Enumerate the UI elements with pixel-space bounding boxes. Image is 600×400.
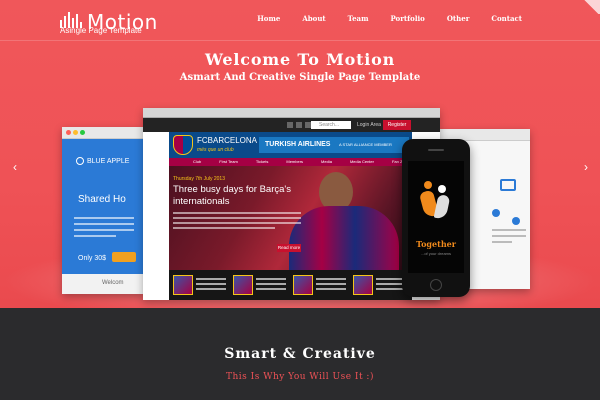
mail-icon xyxy=(500,179,516,191)
club-tagline: més que un club xyxy=(197,147,234,153)
alliance-text: A STAR ALLIANCE MEMBER xyxy=(339,142,392,147)
network-node-icon xyxy=(512,217,520,225)
register-button: Register xyxy=(383,120,411,130)
blue-apple-logo: BLUE APPLE xyxy=(76,157,129,165)
club-nav-item: Media xyxy=(321,159,332,164)
phone-screen: Together ...of your dreams xyxy=(408,161,464,273)
left-text-lines xyxy=(74,217,134,241)
site-toolbar: Search... Login Area Register xyxy=(143,118,440,132)
logo-subtitle: Asingle Page Template xyxy=(60,26,142,35)
club-nav-item: Members xyxy=(286,159,304,164)
phone-home-button xyxy=(430,279,442,291)
section-title: Smart & Creative xyxy=(224,346,376,362)
phone-speaker xyxy=(428,149,444,151)
close-dot-icon xyxy=(66,130,71,135)
phone-mockup: Together ...of your dreams xyxy=(402,139,470,297)
club-name: FCBARCELONA xyxy=(197,136,258,145)
club-nav-item: First Team xyxy=(219,159,238,164)
together-logo-icon xyxy=(418,181,451,221)
section-subtitle: This Is Why You Will Use It :) xyxy=(226,372,374,382)
sponsor-banner: TURKISH AIRLINES A STAR ALLIANCE MEMBER xyxy=(259,137,409,153)
hero-section: Motion Asingle Page Template Home About … xyxy=(0,0,600,308)
hero-title: Welcome To Motion xyxy=(204,50,396,69)
nav-contact[interactable]: Contact xyxy=(491,14,522,23)
apple-icon xyxy=(76,157,84,165)
minimize-dot-icon xyxy=(73,130,78,135)
club-header: FCBARCELONA més que un club TURKISH AIRL… xyxy=(169,132,412,158)
left-mockup-footer: Welcom xyxy=(62,274,144,294)
browser-bar xyxy=(62,127,144,139)
features-section: Smart & Creative This Is Why You Will Us… xyxy=(0,308,600,400)
nav-portfolio[interactable]: Portfolio xyxy=(390,14,424,23)
player-jersey-image xyxy=(289,206,399,270)
blue-apple-text: BLUE APPLE xyxy=(87,157,130,165)
price-button xyxy=(112,252,136,262)
main-nav: Home About Team Portfolio Other Contact xyxy=(257,14,522,23)
article-title: Three busy days for Barça's internationa… xyxy=(173,184,291,207)
corner-flag-icon[interactable] xyxy=(582,0,600,14)
browser-bar xyxy=(143,108,440,118)
article-hero-image: Thursday 7th July 2013 Three busy days f… xyxy=(169,166,412,270)
social-icons xyxy=(287,122,311,128)
read-more-button: Read more xyxy=(277,244,301,252)
slider-prev-arrow-icon[interactable]: ‹ xyxy=(13,160,17,174)
app-tagline: ...of your dreams xyxy=(420,251,451,256)
article-date: Thursday 7th July 2013 xyxy=(173,176,225,182)
nav-about[interactable]: About xyxy=(302,14,325,23)
network-node-icon xyxy=(492,209,500,217)
club-nav: Club First Team Tickets Members Media Me… xyxy=(169,158,412,166)
club-nav-item: Tickets xyxy=(255,159,269,164)
nav-team[interactable]: Team xyxy=(348,14,369,23)
search-box: Search... xyxy=(311,121,351,129)
main-browser-mockup: Search... Login Area Register FCBARCELON… xyxy=(143,108,440,300)
news-thumbnail xyxy=(293,275,347,297)
nav-other[interactable]: Other xyxy=(447,14,470,23)
shared-hosting-text: Shared Ho xyxy=(78,194,126,205)
article-text-lines xyxy=(173,212,301,232)
club-nav-item: Media Center xyxy=(349,159,374,164)
header-divider xyxy=(0,40,600,41)
news-thumbnail xyxy=(353,275,407,297)
sponsor-name: TURKISH AIRLINES xyxy=(265,141,331,148)
maximize-dot-icon xyxy=(80,130,85,135)
club-nav-item: Club xyxy=(193,159,202,164)
news-thumbnails xyxy=(169,270,412,300)
slider-next-arrow-icon[interactable]: › xyxy=(584,160,588,174)
news-thumbnail xyxy=(233,275,287,297)
nav-home[interactable]: Home xyxy=(257,14,280,23)
news-thumbnail xyxy=(173,275,227,297)
right-text-lines xyxy=(492,229,526,247)
login-link: Login Area xyxy=(357,122,381,128)
left-mockup-body: BLUE APPLE Shared Ho Only 30$ xyxy=(62,139,144,294)
club-crest-icon xyxy=(173,135,193,155)
left-browser-mockup: BLUE APPLE Shared Ho Only 30$ Welcom xyxy=(62,127,144,294)
app-name: Together xyxy=(416,239,456,249)
price-text: Only 30$ xyxy=(78,255,107,262)
hero-subtitle: Asmart And Creative Single Page Template xyxy=(179,72,421,83)
